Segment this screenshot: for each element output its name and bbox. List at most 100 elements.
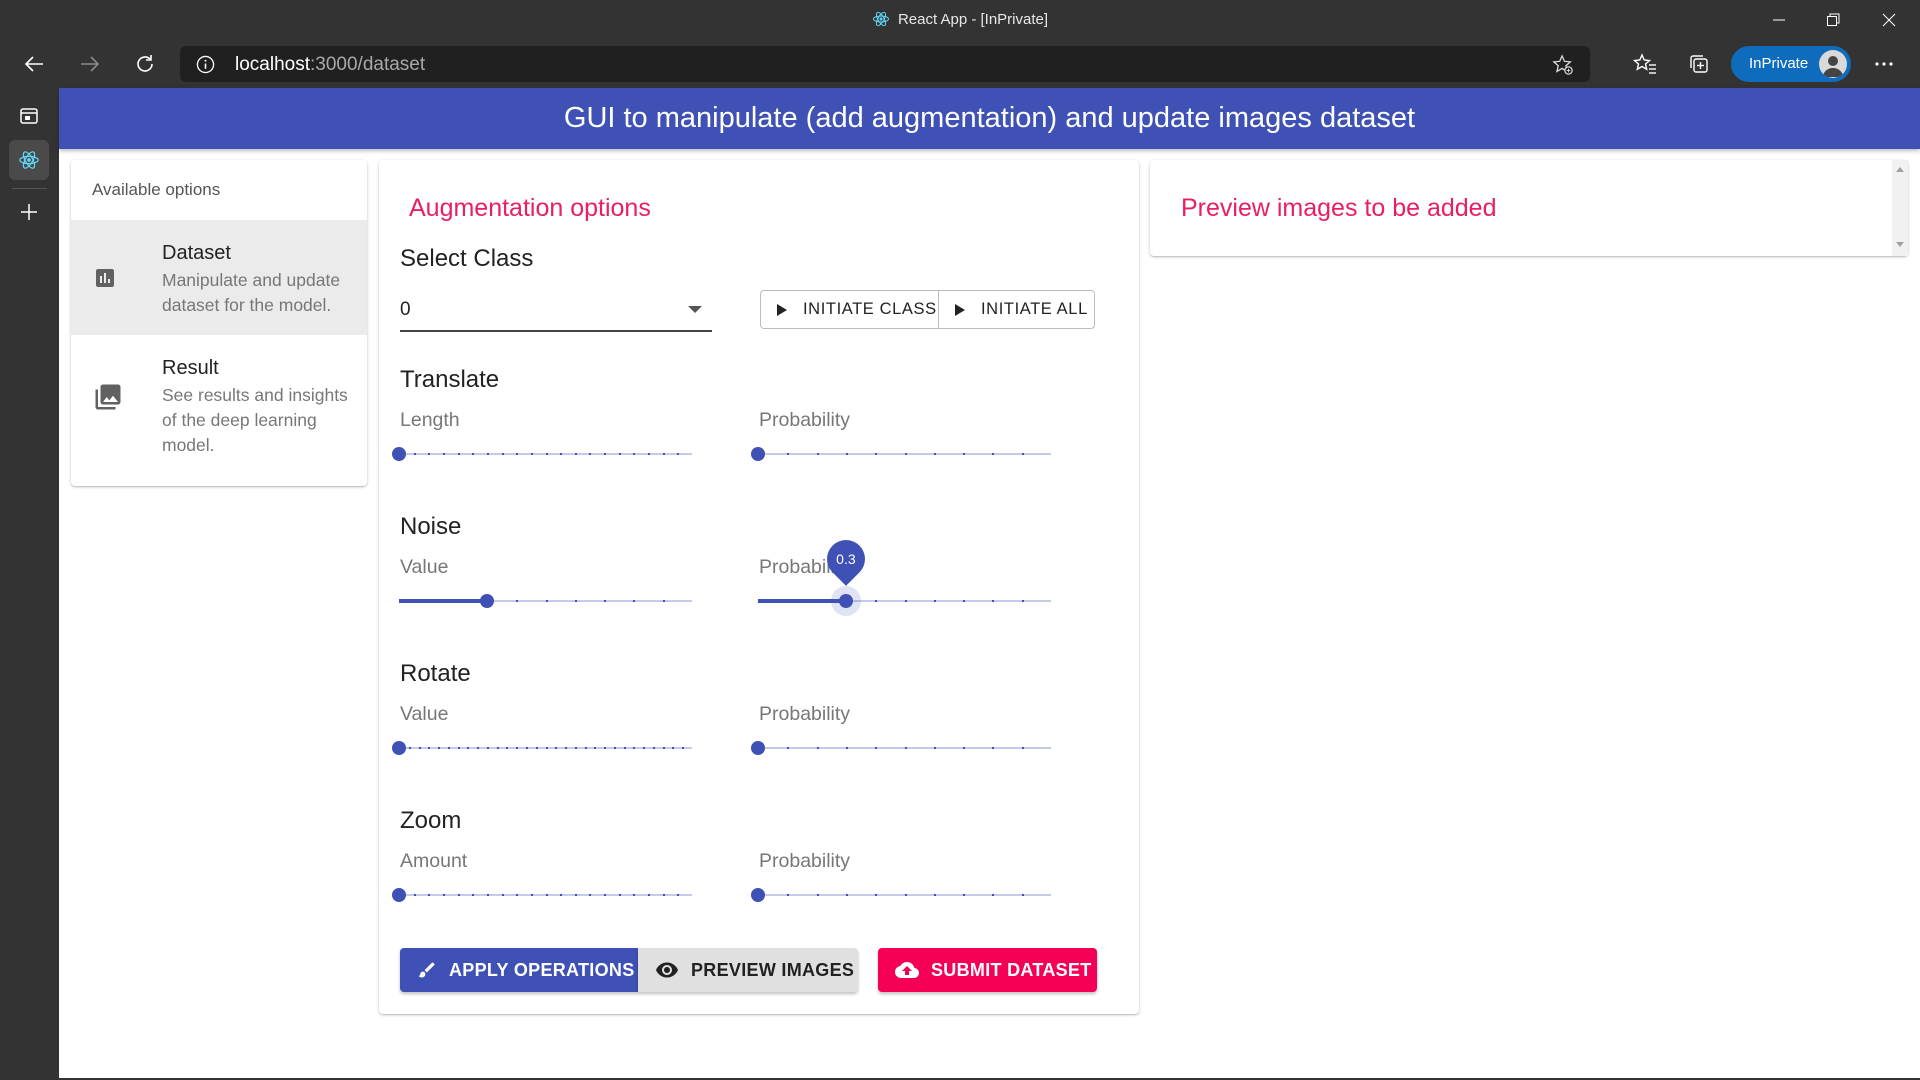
settings-more-button[interactable]	[1866, 48, 1902, 80]
slider-tick-mark	[1021, 600, 1024, 602]
slider-tick-mark	[428, 894, 431, 896]
slider-tick-mark	[904, 453, 907, 455]
rotate-value-slider[interactable]	[392, 738, 692, 758]
noise-probability-slider[interactable]	[758, 586, 1051, 616]
submit-dataset-button[interactable]: SUBMIT DATASET	[878, 948, 1097, 992]
favorites-button[interactable]	[1627, 48, 1663, 80]
new-tab-button[interactable]	[9, 192, 49, 232]
photo-library-icon	[95, 384, 121, 410]
slider-thumb[interactable]	[392, 447, 406, 461]
vertical-tabs-sidebar	[0, 88, 59, 1080]
slider-tick-mark	[545, 453, 548, 455]
slider-tick-mark	[963, 600, 966, 602]
preview-images-button[interactable]: PREVIEW IMAGES	[638, 948, 858, 992]
slider-thumb[interactable]	[392, 741, 406, 755]
translate-probability-slider[interactable]	[751, 444, 1051, 464]
slider-tick-mark	[963, 453, 966, 455]
slider-tick-mark	[584, 747, 587, 749]
slider-thumb[interactable]	[479, 594, 494, 608]
minimize-button[interactable]	[1756, 6, 1802, 34]
initiate-all-button[interactable]: INITIATE ALL	[939, 291, 1094, 328]
slider-tick-mark	[428, 453, 431, 455]
slider-tick-mark	[516, 600, 519, 602]
preview-scrollbar[interactable]	[1892, 160, 1908, 256]
window-title: React App - [InPrivate]	[0, 10, 1920, 28]
slider-tick-mark	[845, 453, 848, 455]
brush-icon	[418, 962, 435, 978]
initiate-class-button[interactable]: INITIATE CLASS	[761, 291, 939, 328]
scroll-down-icon[interactable]	[1896, 242, 1904, 247]
slider-tick-mark	[992, 894, 995, 896]
nav-item-dataset[interactable]: Dataset Manipulate and update dataset fo…	[71, 220, 367, 335]
info-icon	[196, 55, 215, 74]
slider-tick-mark	[992, 600, 995, 602]
back-button[interactable]	[16, 48, 52, 80]
slider-tick-mark	[1021, 894, 1024, 896]
slider-thumb[interactable]	[751, 741, 765, 755]
rotate-probability-slider[interactable]	[751, 738, 1051, 758]
augmentation-options-title: Augmentation options	[409, 194, 651, 222]
slider-thumb[interactable]	[838, 594, 853, 608]
slider-tick-mark	[933, 600, 936, 602]
zoom-amount-slider[interactable]	[392, 885, 692, 905]
apply-operations-button[interactable]: APPLY OPERATIONS	[400, 948, 638, 992]
slider-tick-mark	[613, 747, 616, 749]
person-icon	[1823, 56, 1843, 77]
browser-toolbar: localhost:3000/dataset InPrivate	[0, 40, 1920, 88]
slider-tick-mark	[604, 747, 607, 749]
slider-tick-mark	[457, 453, 460, 455]
refresh-button[interactable]	[127, 48, 163, 80]
nav-item-result[interactable]: Result See results and insights of the d…	[71, 335, 367, 475]
slider-thumb[interactable]	[751, 447, 765, 461]
favorites-icon	[1633, 53, 1656, 74]
slider-tick-mark	[574, 453, 577, 455]
class-select[interactable]: 0	[400, 290, 712, 332]
play-icon	[955, 303, 965, 316]
slider-tick-mark	[623, 747, 626, 749]
address-bar[interactable]: localhost:3000/dataset	[180, 46, 1590, 82]
scroll-up-icon[interactable]	[1896, 167, 1904, 172]
slider-tick-mark	[413, 894, 416, 896]
tab-actions-button[interactable]	[9, 96, 49, 136]
slider-tick-mark	[545, 894, 548, 896]
slider-tick-mark	[574, 600, 577, 602]
slider-tick-mark	[530, 894, 533, 896]
tab-react-app[interactable]	[9, 140, 49, 180]
slider-tick-mark	[643, 747, 646, 749]
slider-tick-mark	[648, 894, 651, 896]
slider-tick-mark	[516, 747, 519, 749]
slider-thumb[interactable]	[751, 888, 765, 902]
close-window-button[interactable]	[1866, 6, 1912, 34]
rotate-value-label: Value	[400, 703, 449, 725]
submit-dataset-label: SUBMIT DATASET	[931, 959, 1092, 980]
inprivate-label: InPrivate	[1749, 55, 1809, 72]
preview-card: Preview images to be added	[1150, 160, 1908, 256]
preview-title: Preview images to be added	[1181, 194, 1497, 222]
slider-tick-mark	[413, 453, 416, 455]
slider-tick-mark	[648, 453, 651, 455]
slider-tick-mark	[565, 747, 568, 749]
slider-tick-mark	[594, 747, 597, 749]
rotate-probability-label: Probability	[759, 703, 851, 725]
slider-thumb[interactable]	[392, 888, 406, 902]
initiate-class-label: INITIATE CLASS	[803, 300, 937, 318]
restore-button[interactable]	[1810, 6, 1856, 34]
slider-tick-mark	[516, 894, 519, 896]
noise-value-slider[interactable]	[399, 591, 692, 611]
forward-button[interactable]	[72, 48, 108, 80]
url-text[interactable]: localhost:3000/dataset	[235, 54, 425, 76]
slider-tick-mark	[560, 453, 563, 455]
options-header: Available options	[92, 180, 221, 199]
rotate-heading: Rotate	[400, 660, 471, 687]
collections-button[interactable]	[1681, 48, 1717, 80]
nav-item-title: Dataset	[162, 242, 231, 264]
slider-tick-mark	[486, 747, 489, 749]
slider-tick-mark	[845, 894, 848, 896]
zoom-probability-slider[interactable]	[751, 885, 1051, 905]
inprivate-profile-button[interactable]: InPrivate	[1731, 46, 1851, 82]
add-favorite-icon[interactable]	[1552, 54, 1574, 76]
refresh-icon	[137, 55, 153, 72]
url-path: :3000/dataset	[310, 54, 426, 75]
select-class-label: Select Class	[400, 245, 534, 272]
translate-length-slider[interactable]	[392, 444, 692, 464]
